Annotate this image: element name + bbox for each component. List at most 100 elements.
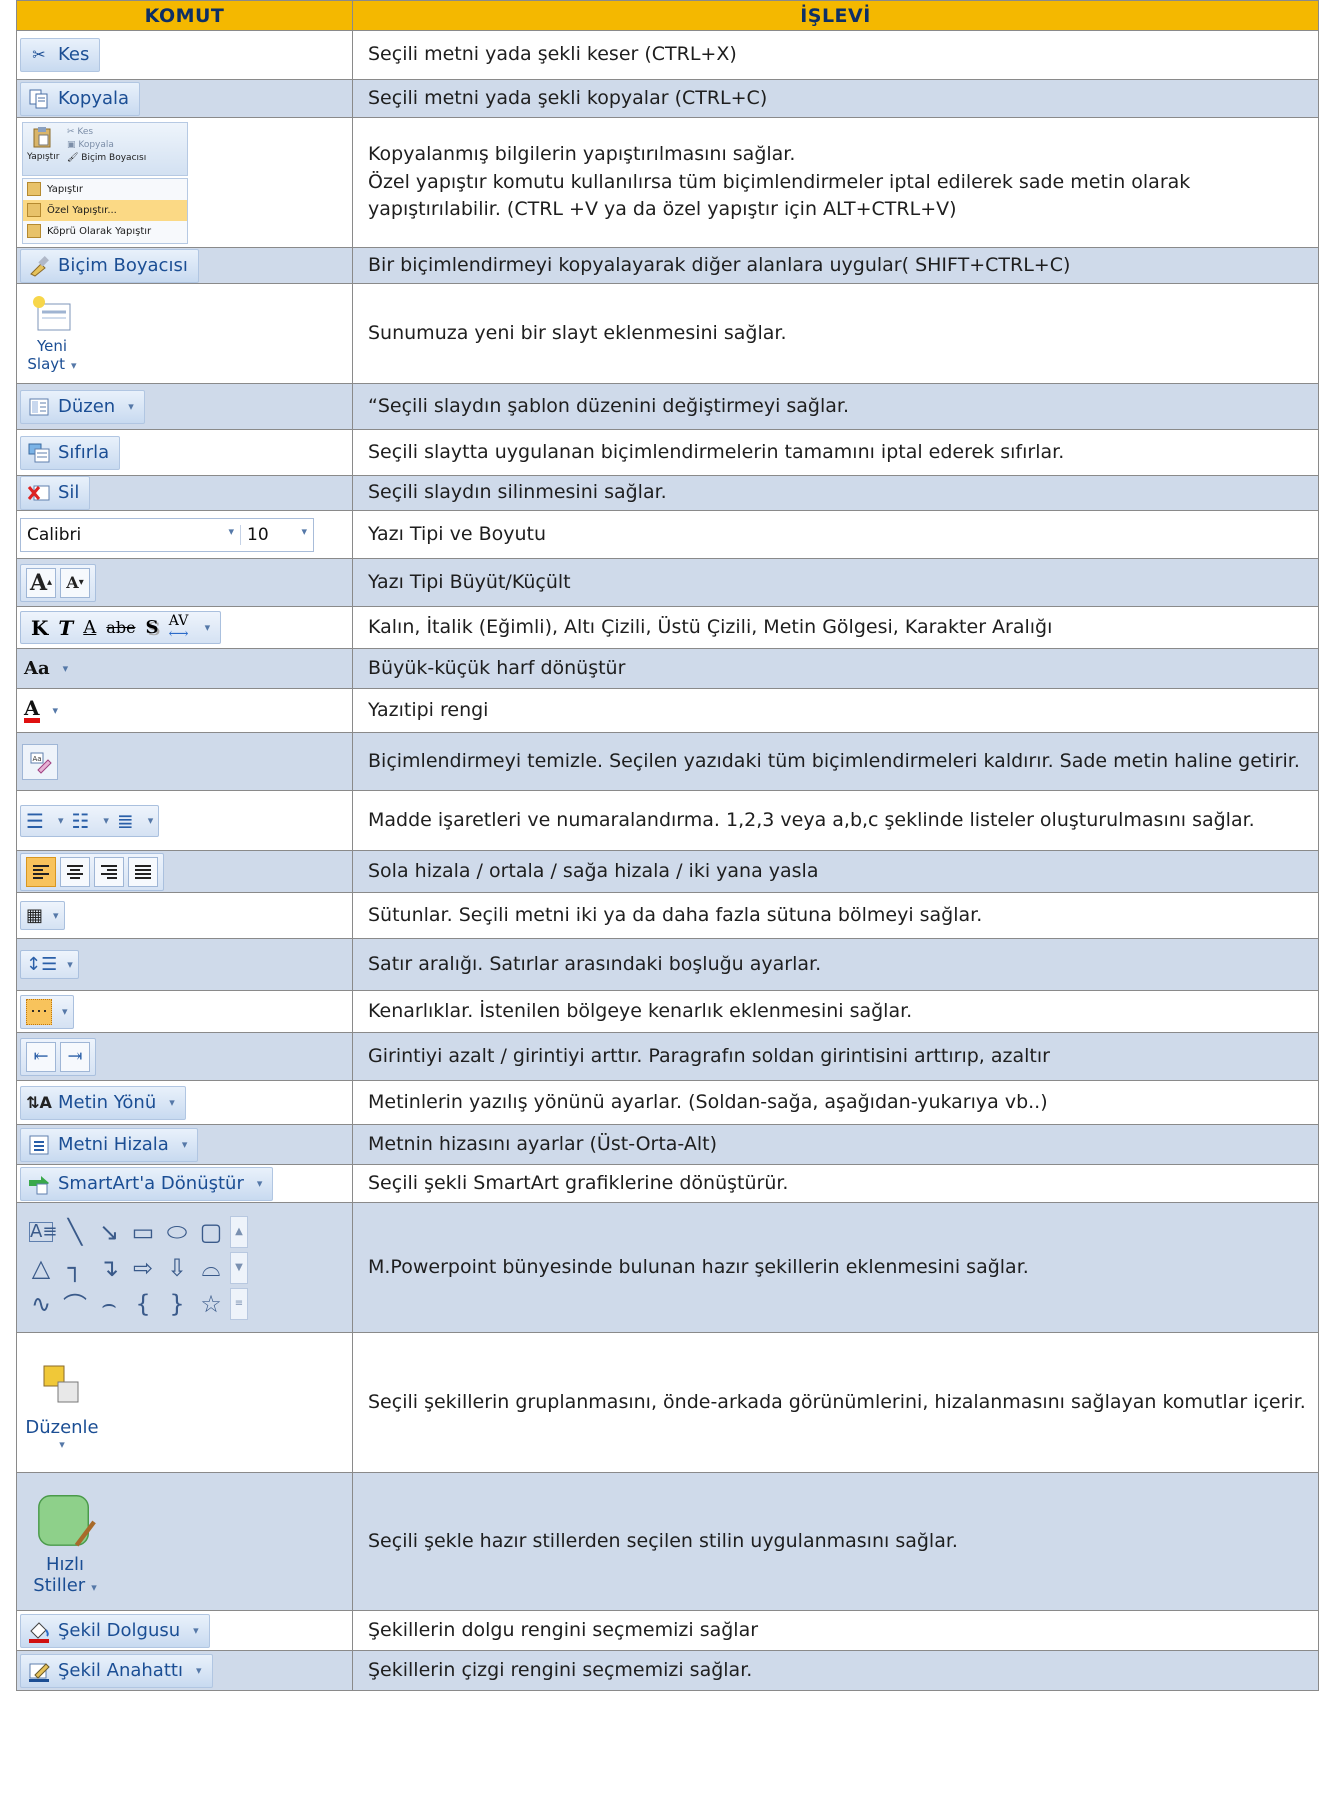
increase-indent-icon[interactable]: ⇥ bbox=[60, 1041, 90, 1072]
function-cell: Yazı Tipi ve Boyutu bbox=[352, 510, 1319, 559]
table-row: Aa ▾ Büyük-küçük harf dönüştür bbox=[16, 648, 1319, 689]
down-arrow-shape-icon[interactable]: ⇩ bbox=[167, 1254, 187, 1282]
left-brace-shape-icon[interactable]: { bbox=[135, 1290, 150, 1318]
oval-shape-icon[interactable]: ⬭ bbox=[167, 1218, 188, 1246]
chevron-down-icon: ▾ bbox=[62, 661, 69, 675]
copy-button[interactable]: Kopyala bbox=[20, 81, 141, 116]
command-cell: ☰ ▾ ☷ ▾ ≣ ▾ bbox=[16, 790, 353, 851]
character-spacing-icon[interactable]: AV ⟷ bbox=[168, 614, 189, 642]
change-case-button[interactable]: Aa ▾ bbox=[20, 656, 72, 682]
paste-dropdown[interactable]: Yapıştır ✂ Kes ▣ Kopyala 🖌 Biçim Boyacıs… bbox=[22, 120, 188, 246]
line-shape-icon[interactable]: ╲ bbox=[68, 1218, 82, 1246]
menu-item-paste-special[interactable]: Özel Yapıştır... bbox=[23, 199, 187, 221]
function-cell: Kenarlıklar. İstenilen bölgeye kenarlık … bbox=[352, 990, 1319, 1033]
menu-item-paste-link[interactable]: Köprü Olarak Yapıştır bbox=[23, 221, 187, 242]
columns-button[interactable]: ▦ ▾ bbox=[20, 901, 65, 930]
right-arrow-shape-icon[interactable]: ⇨ bbox=[133, 1254, 153, 1282]
numbered-list-icon[interactable]: ☷ bbox=[71, 809, 89, 833]
decrease-indent-icon[interactable]: ⇤ bbox=[26, 1041, 56, 1072]
menu-item-paste[interactable]: Yapıştır bbox=[23, 179, 187, 200]
font-size-dropdown[interactable]: 10 ▾ bbox=[241, 525, 313, 545]
triangle-shape-icon[interactable]: △ bbox=[32, 1254, 50, 1282]
align-right-icon[interactable] bbox=[94, 856, 124, 887]
chevron-down-icon: ▾ bbox=[147, 814, 154, 827]
arc-shape-icon[interactable]: ⌒ bbox=[63, 1286, 87, 1321]
menu-bicim[interactable]: 🖌 Biçim Boyacısı bbox=[67, 153, 146, 163]
justify-icon[interactable] bbox=[128, 856, 158, 887]
freeform-shape-icon[interactable]: ∿ bbox=[31, 1290, 51, 1318]
paste-button[interactable]: Yapıştır bbox=[27, 125, 60, 162]
menu-item-paste-label: Yapıştır bbox=[47, 183, 84, 195]
more-shapes-icon[interactable]: ≡ bbox=[230, 1287, 248, 1320]
new-slide-button[interactable]: Yeni Slayt ▾ bbox=[20, 294, 84, 373]
align-center-icon[interactable] bbox=[60, 856, 90, 887]
shape-fill-button[interactable]: Şekil Dolgusu ▾ bbox=[20, 1613, 210, 1648]
command-cell: Aa ▾ bbox=[16, 648, 353, 689]
command-cell bbox=[16, 850, 353, 893]
bold-icon[interactable]: K bbox=[31, 616, 48, 640]
paste-label: Yapıştır bbox=[27, 151, 60, 162]
font-name-dropdown[interactable]: Calibri ▾ bbox=[21, 524, 241, 545]
function-cell: Girintiyi azalt / girintiyi arttır. Para… bbox=[352, 1032, 1319, 1081]
paintbrush-icon bbox=[27, 254, 51, 278]
arrow-line-shape-icon[interactable]: ↘ bbox=[99, 1218, 119, 1246]
delete-button[interactable]: Sil bbox=[20, 476, 91, 510]
cut-button[interactable]: ✂ Kes bbox=[20, 38, 101, 72]
star-shape-icon[interactable]: ☆ bbox=[200, 1290, 222, 1318]
change-case-icon: Aa bbox=[24, 657, 50, 679]
right-brace-shape-icon[interactable]: } bbox=[169, 1290, 184, 1318]
multilevel-list-icon[interactable]: ≣ bbox=[117, 809, 134, 833]
rectangle-shape-icon[interactable]: ▭ bbox=[132, 1218, 155, 1246]
italic-icon[interactable]: T bbox=[58, 616, 73, 640]
function-cell: M.Powerpoint bünyesinde bulunan hazır şe… bbox=[352, 1202, 1319, 1333]
smartart-icon bbox=[27, 1172, 51, 1196]
layout-button[interactable]: Düzen ▾ bbox=[20, 389, 145, 424]
line-spacing-button[interactable]: ↕☰ ▾ bbox=[20, 950, 79, 979]
scroll-down-icon[interactable]: ▼ bbox=[230, 1251, 248, 1284]
text-direction-button[interactable]: ⇅A Metin Yönü ▾ bbox=[20, 1085, 186, 1120]
table-row: Calibri ▾ 10 ▾ Yazı Tipi ve Boyutu bbox=[16, 510, 1319, 559]
align-text-button[interactable]: Metni Hizala ▾ bbox=[20, 1127, 199, 1162]
format-painter-button[interactable]: Biçim Boyacısı bbox=[20, 248, 199, 283]
rounded-rectangle-shape-icon[interactable]: ▢ bbox=[200, 1218, 223, 1246]
function-cell: Seçili slaytta uygulanan biçimlendirmele… bbox=[352, 429, 1319, 476]
cut-label: Kes bbox=[58, 44, 90, 66]
function-cell: Şekillerin çizgi rengini seçmemizi sağla… bbox=[352, 1650, 1319, 1691]
copy-label: Kopyala bbox=[58, 87, 130, 109]
curve-shape-icon[interactable]: ⌢ bbox=[101, 1290, 117, 1318]
text-shadow-icon[interactable]: S bbox=[146, 617, 159, 638]
shape-outline-button[interactable]: Şekil Anahattı ▾ bbox=[20, 1653, 213, 1688]
font-color-icon: A bbox=[24, 698, 40, 723]
text-format-buttons: K T A abe S AV ⟷ ▾ bbox=[20, 610, 222, 645]
flowchart-shape-icon[interactable]: ⌓ bbox=[202, 1254, 221, 1282]
borders-button[interactable]: ⋯ ▾ bbox=[20, 994, 74, 1029]
font-color-button[interactable]: A ▾ bbox=[20, 696, 62, 725]
arrows-icon: ⟷ bbox=[168, 625, 189, 642]
convert-smartart-button[interactable]: SmartArt'a Dönüştür ▾ bbox=[20, 1166, 274, 1201]
scroll-up-icon[interactable]: ▲ bbox=[230, 1215, 248, 1248]
align-text-label: Metni Hizala bbox=[58, 1133, 169, 1155]
chevron-down-icon: ▾ bbox=[169, 1095, 175, 1109]
textbox-shape-icon[interactable]: A≡ bbox=[29, 1221, 57, 1242]
clear-formatting-icon[interactable]: Aa bbox=[22, 743, 58, 780]
command-cell: Düzenle ▾ bbox=[16, 1332, 353, 1473]
elbow-arrow-shape-icon[interactable]: ↴ bbox=[99, 1254, 119, 1282]
strikethrough-icon[interactable]: abe bbox=[106, 618, 135, 637]
underline-icon[interactable]: A bbox=[83, 617, 96, 638]
font-size-buttons: A ▴ A ▾ bbox=[20, 563, 96, 602]
menu-kes[interactable]: ✂ Kes bbox=[67, 127, 146, 137]
menu-kopyala[interactable]: ▣ Kopyala bbox=[67, 140, 146, 150]
reset-button[interactable]: Sıfırla bbox=[20, 435, 121, 470]
align-left-icon[interactable] bbox=[26, 856, 56, 887]
command-cell: Kopyala bbox=[16, 79, 353, 118]
command-cell: A≡ ╲ ↘ ▭ ⬭ ▢ ▲ △ ┐ ↴ ⇨ ⇩ ⌓ ▼ ∿ ⌒ ⌢ { } ☆… bbox=[16, 1202, 353, 1333]
function-cell: Satır aralığı. Satırlar arasındaki boşlu… bbox=[352, 938, 1319, 991]
arrange-button[interactable]: Düzenle ▾ bbox=[20, 1354, 104, 1451]
quick-styles-button[interactable]: Hızlı Stiller ▾ bbox=[20, 1487, 110, 1596]
elbow-connector-shape-icon[interactable]: ┐ bbox=[68, 1254, 82, 1282]
command-cell: Sıfırla bbox=[16, 429, 353, 476]
shrink-font-icon[interactable]: A ▾ bbox=[60, 567, 90, 598]
function-cell: Sola hizala / ortala / sağa hizala / iki… bbox=[352, 850, 1319, 893]
grow-font-icon[interactable]: A ▴ bbox=[26, 567, 56, 598]
bullet-list-icon[interactable]: ☰ bbox=[26, 809, 44, 833]
